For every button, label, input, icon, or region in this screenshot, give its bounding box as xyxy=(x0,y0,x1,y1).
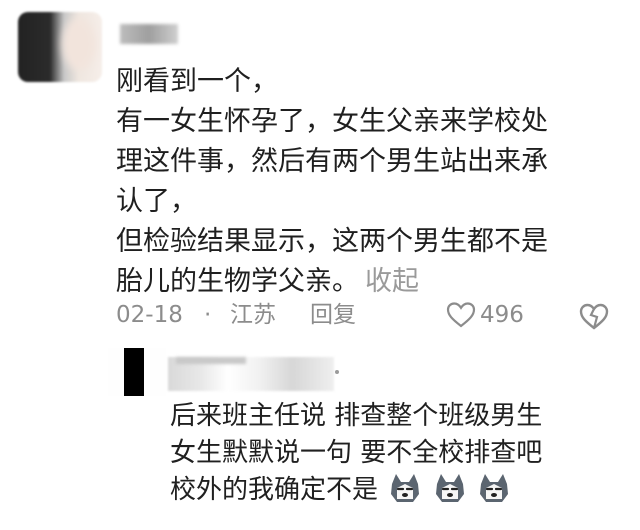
main-comment-line: 有一女生怀孕了，女生父亲来学校处 xyxy=(116,106,548,137)
emoji-group xyxy=(388,472,513,517)
reply-line-last: 校外的我确定不是 xyxy=(170,472,630,517)
main-comment: 刚看到一个， 有一女生怀孕了，女生父亲来学校处 理这件事，然后有两个男生站出来承… xyxy=(116,62,626,302)
reply-line: 女生默默说一句 要不全校排查吧 xyxy=(170,438,543,468)
reply-button[interactable]: 回复 xyxy=(310,298,356,332)
main-comment-line: 认了， xyxy=(116,186,197,217)
main-comment-line: 但检验结果显示，这两个男生都不是 xyxy=(116,226,548,257)
broken-heart-icon[interactable] xyxy=(578,302,610,330)
comment-meta: 02-18 · 江苏 回复 496 xyxy=(116,298,621,332)
main-comment-line-last: 胎儿的生物学父亲。 收起 xyxy=(116,262,626,302)
husky-emoji-icon xyxy=(435,474,464,502)
main-comment-line: 理这件事，然后有两个男生站出来承 xyxy=(116,146,548,177)
reply-name-blurred[interactable] xyxy=(168,357,334,391)
reply-line: 后来班主任说 排查整个班级男生 xyxy=(170,401,543,431)
husky-emoji-icon xyxy=(391,474,420,502)
commenter-name-blurred[interactable] xyxy=(120,24,178,44)
comment-location: 江苏 xyxy=(230,302,276,328)
main-comment-line: 胎儿的生物学父亲。 xyxy=(116,266,359,297)
reply-line: 校外的我确定不是 xyxy=(170,475,379,505)
commenter-avatar[interactable] xyxy=(18,12,102,82)
reply-avatar[interactable] xyxy=(108,348,166,396)
reply-comment: 后来班主任说 排查整个班级男生 女生默默说一句 要不全校排查吧 校外的我确定不是 xyxy=(170,398,630,517)
collapse-link[interactable]: 收起 xyxy=(365,266,419,297)
main-comment-line: 刚看到一个， xyxy=(116,66,278,97)
comment-date: 02-18 xyxy=(116,302,183,328)
husky-emoji-icon xyxy=(479,474,508,502)
meta-separator: · xyxy=(204,302,212,328)
heart-icon[interactable] xyxy=(446,302,476,328)
reply-dot xyxy=(335,370,339,374)
like-count: 496 xyxy=(480,302,524,328)
